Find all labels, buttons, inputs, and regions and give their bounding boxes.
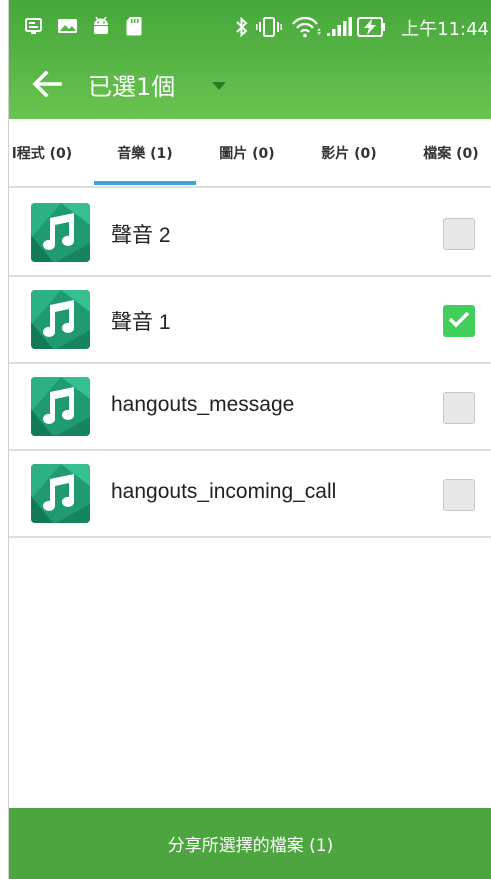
- tab-images-label: 圖片 (0): [219, 145, 275, 162]
- tab-apps-label: l程式 (0): [11, 145, 73, 162]
- list-item[interactable]: hangouts_incoming_call: [9, 451, 491, 538]
- status-bar: 上午11:44: [9, 0, 491, 58]
- share-selected-label: 分享所選擇的檔案 (1): [167, 836, 334, 856]
- item-checkbox-checked[interactable]: [443, 305, 475, 337]
- tab-music[interactable]: 音樂 (1): [94, 119, 196, 186]
- dropdown-arrow-icon: [212, 75, 226, 94]
- item-checkbox[interactable]: [443, 218, 475, 250]
- tab-music-label: 音樂 (1): [117, 145, 173, 162]
- item-checkbox[interactable]: [443, 479, 475, 511]
- tab-apps[interactable]: l程式 (0): [9, 119, 77, 186]
- bluetooth-icon: [234, 16, 250, 38]
- tab-images[interactable]: 圖片 (0): [197, 119, 297, 186]
- music-note-icon: [31, 203, 90, 262]
- item-name: 聲音 1: [111, 311, 171, 334]
- tab-videos-label: 影片 (0): [321, 145, 377, 162]
- top-bar: 上午11:44 已選1個: [9, 0, 491, 119]
- category-tabs: l程式 (0) 音樂 (1) 圖片 (0) 影片 (0) 檔案 (0): [9, 119, 491, 188]
- sd-card-icon: [125, 16, 143, 38]
- battery-charging-icon: [357, 16, 387, 38]
- arrow-back-icon: [32, 70, 62, 101]
- wifi-icon: [292, 16, 322, 38]
- item-name: hangouts_incoming_call: [111, 480, 337, 503]
- music-note-icon: [31, 377, 90, 436]
- vibrate-icon: [256, 16, 282, 38]
- tab-files-label: 檔案 (0): [423, 145, 479, 162]
- item-checkbox[interactable]: [443, 392, 475, 424]
- checkmark-icon: [448, 310, 470, 332]
- selection-title: 已選1個: [88, 73, 176, 101]
- music-note-icon: [31, 290, 90, 349]
- signal-icon: [327, 16, 353, 38]
- screenshot-icon: [24, 16, 44, 38]
- tab-files[interactable]: 檔案 (0): [401, 119, 491, 186]
- item-name: hangouts_message: [111, 393, 295, 416]
- action-bar: 已選1個: [9, 58, 491, 119]
- list-item[interactable]: hangouts_message: [9, 364, 491, 451]
- clock-time: 上午11:44: [401, 19, 489, 40]
- back-button[interactable]: [27, 66, 67, 106]
- music-note-icon: [31, 464, 90, 523]
- selection-dropdown-button[interactable]: [209, 74, 229, 94]
- active-tab-indicator: [94, 181, 196, 185]
- app-frame: 上午11:44 已選1個 l程式 (0) 音樂 (1) 圖片 (0) 影片 (0…: [8, 0, 491, 879]
- music-list: 聲音 2 聲音 1 hangouts_message hangouts_inco…: [9, 190, 491, 538]
- share-selected-button[interactable]: 分享所選擇的檔案 (1): [9, 808, 491, 879]
- image-icon: [57, 16, 79, 38]
- list-item[interactable]: 聲音 2: [9, 190, 491, 277]
- list-item[interactable]: 聲音 1: [9, 277, 491, 364]
- android-icon: [91, 16, 111, 38]
- item-name: 聲音 2: [111, 224, 171, 247]
- tab-videos[interactable]: 影片 (0): [299, 119, 399, 186]
